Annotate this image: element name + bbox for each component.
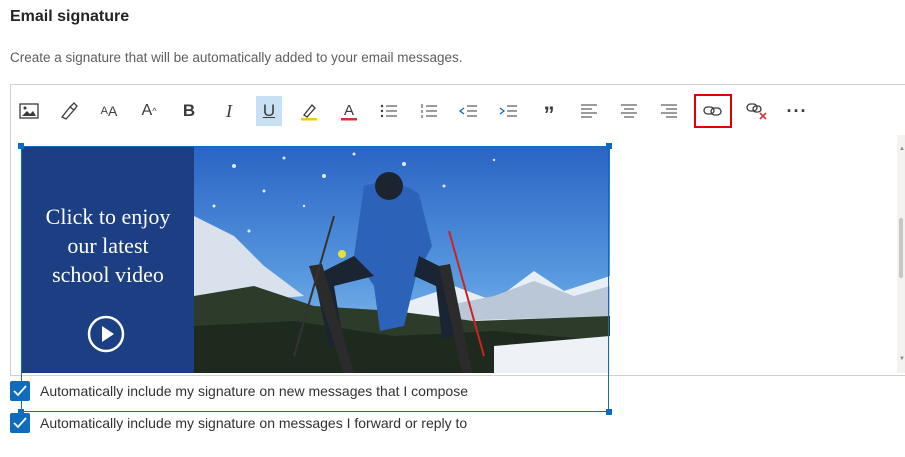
skier-photo: [194, 146, 610, 373]
checkmark-icon: [13, 385, 27, 397]
insert-picture-icon[interactable]: [16, 96, 42, 126]
play-icon: [87, 315, 125, 353]
cta-line-1: Click to enjoy: [45, 204, 171, 229]
option-new-messages[interactable]: Automatically include my signature on ne…: [10, 381, 468, 401]
italic-label: I: [226, 100, 232, 121]
bold-button[interactable]: B: [176, 96, 202, 126]
align-center-icon[interactable]: [616, 96, 642, 126]
increase-indent-icon[interactable]: [496, 96, 522, 126]
format-toolbar: AA A ^ B I U A ” ···: [16, 92, 876, 130]
checkmark-icon: [13, 417, 27, 429]
scroll-down-arrow-icon[interactable]: ▼: [899, 356, 905, 362]
scroll-up-arrow-icon[interactable]: ▲: [899, 146, 905, 152]
option-new-messages-label: Automatically include my signature on ne…: [40, 383, 468, 399]
quote-button[interactable]: ”: [536, 96, 562, 126]
font-color-icon[interactable]: A: [336, 96, 362, 126]
section-title: Email signature: [10, 8, 130, 25]
svg-text:A: A: [344, 102, 354, 119]
resize-handle-top-right[interactable]: [606, 143, 612, 149]
highlight-icon[interactable]: [296, 96, 322, 126]
resize-handle-top-left[interactable]: [18, 143, 24, 149]
format-painter-icon[interactable]: [56, 96, 82, 126]
cta-line-2: our latest: [67, 233, 149, 258]
underline-button[interactable]: U: [256, 96, 282, 126]
scrollbar-thumb[interactable]: [899, 218, 903, 278]
bullets-icon[interactable]: [376, 96, 402, 126]
decrease-indent-icon[interactable]: [456, 96, 482, 126]
underline-label: U: [262, 101, 276, 120]
remove-link-icon[interactable]: [744, 96, 770, 126]
cta-line-3: school video: [52, 262, 164, 287]
italic-button[interactable]: I: [216, 96, 242, 126]
font-size-icon[interactable]: AA: [96, 96, 122, 126]
insert-link-icon[interactable]: [694, 94, 732, 128]
quote-label: ”: [543, 102, 555, 127]
option-forward-reply[interactable]: Automatically include my signature on me…: [10, 413, 467, 433]
resize-handle-bottom-right[interactable]: [606, 409, 612, 415]
signature-image[interactable]: Click to enjoy our latest school video: [21, 146, 610, 373]
bold-label: B: [182, 101, 196, 120]
checkbox-new-messages[interactable]: [10, 381, 30, 401]
align-right-icon[interactable]: [656, 96, 682, 126]
option-forward-reply-label: Automatically include my signature on me…: [40, 415, 468, 431]
cta-text: Click to enjoy our latest school video: [29, 202, 187, 289]
more-options-button[interactable]: ···: [784, 96, 810, 126]
section-description: Create a signature that will be automati…: [10, 50, 463, 65]
increase-font-icon[interactable]: A ^: [136, 96, 162, 126]
numbering-icon[interactable]: [416, 96, 442, 126]
align-left-icon[interactable]: [576, 96, 602, 126]
more-options-label: ···: [786, 100, 808, 121]
signature-cta-panel: Click to enjoy our latest school video: [21, 146, 194, 373]
checkbox-forward-reply[interactable]: [10, 413, 30, 433]
